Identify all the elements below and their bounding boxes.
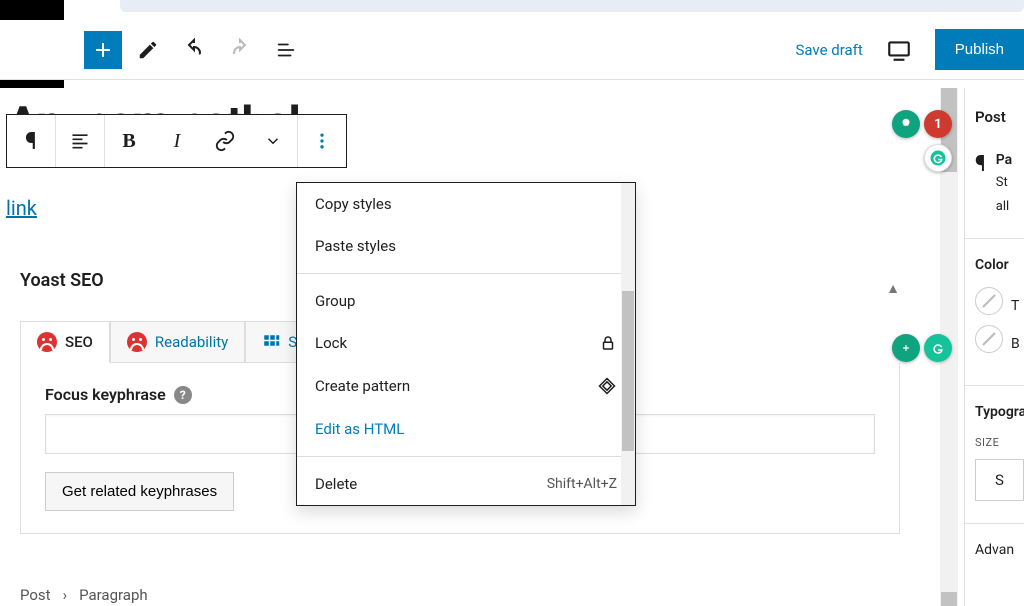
- outline-icon: [275, 39, 297, 61]
- menu-edit-as-html[interactable]: Edit as HTML: [297, 408, 635, 450]
- pilcrow-icon: ¶: [25, 127, 37, 155]
- panel-collapse-caret[interactable]: ▲: [886, 280, 900, 297]
- bg-color-row[interactable]: B: [975, 325, 1024, 363]
- undo-button[interactable]: [174, 30, 214, 70]
- sidebar-post-tab[interactable]: Post: [975, 108, 1024, 126]
- block-name-trunc: Pa: [996, 152, 1012, 168]
- add-block-button[interactable]: [84, 31, 122, 69]
- breadcrumb-post[interactable]: Post: [20, 586, 51, 604]
- size-label: SIZE: [975, 436, 1024, 449]
- typography-section-label: Typogra: [975, 404, 1024, 420]
- pilcrow-icon: ¶: [975, 152, 986, 177]
- undo-icon: [182, 38, 206, 62]
- sad-face-icon: [127, 332, 147, 352]
- italic-button[interactable]: I: [153, 115, 201, 167]
- diamond-icon: [597, 376, 617, 396]
- menu-create-pattern[interactable]: Create pattern: [297, 364, 635, 408]
- yoast-tab-readability[interactable]: Readability: [110, 321, 245, 363]
- save-draft-button[interactable]: Save draft: [795, 41, 862, 59]
- plus-circle-icon: [899, 341, 913, 355]
- kebab-icon: [312, 131, 332, 151]
- link-icon: [214, 130, 236, 152]
- chevron-down-icon: [264, 132, 282, 150]
- help-icon[interactable]: ?: [174, 386, 192, 404]
- content-link[interactable]: link: [6, 196, 37, 220]
- document-overview-button[interactable]: [266, 30, 306, 70]
- grammarly-inline-badge[interactable]: [924, 334, 952, 362]
- block-options-menu: Copy styles Paste styles Group Lock Crea…: [296, 182, 636, 506]
- menu-copy-styles[interactable]: Copy styles: [297, 183, 635, 225]
- preview-button[interactable]: [879, 30, 919, 70]
- redo-button[interactable]: [220, 30, 260, 70]
- italic-icon: I: [174, 130, 181, 153]
- edit-tool-button[interactable]: [128, 30, 168, 70]
- get-related-keyphrases-button[interactable]: Get related keyphrases: [45, 472, 234, 511]
- redo-icon: [228, 38, 252, 62]
- align-button[interactable]: [56, 115, 104, 167]
- bulb-icon: [899, 117, 913, 131]
- error-count-badge[interactable]: 1: [924, 110, 952, 138]
- advanced-section-label[interactable]: Advan: [975, 542, 1024, 558]
- lock-icon: [599, 334, 617, 352]
- text-color-row[interactable]: T: [975, 287, 1024, 325]
- color-section-label: Color: [975, 257, 1024, 273]
- link-button[interactable]: [201, 115, 249, 167]
- chevron-right-icon: ›: [63, 586, 68, 604]
- plus-icon: [91, 38, 115, 62]
- no-color-icon: [975, 325, 1003, 353]
- yoast-tab-seo[interactable]: SEO: [20, 321, 110, 363]
- insight-badge-2[interactable]: [892, 334, 920, 362]
- menu-delete-shortcut: Shift+Alt+Z: [547, 476, 617, 492]
- desktop-icon: [886, 37, 912, 63]
- block-type-button[interactable]: ¶: [7, 115, 55, 167]
- no-color-icon: [975, 287, 1003, 315]
- block-desc-line1: St: [996, 174, 1012, 192]
- menu-group[interactable]: Group: [297, 280, 635, 322]
- menu-paste-styles[interactable]: Paste styles: [297, 225, 635, 267]
- grammarly-badge[interactable]: [924, 144, 952, 172]
- align-left-icon: [70, 131, 90, 151]
- sad-face-icon: [37, 332, 57, 352]
- menu-lock[interactable]: Lock: [297, 322, 635, 364]
- block-desc-line2: all: [996, 198, 1012, 216]
- menu-scrollbar[interactable]: [621, 183, 635, 505]
- grid-icon: [262, 333, 280, 351]
- insight-badge[interactable]: [892, 110, 920, 138]
- font-size-selector[interactable]: S: [975, 459, 1024, 501]
- grammarly-icon: [929, 149, 947, 167]
- bold-button[interactable]: B: [105, 115, 153, 167]
- block-options-button[interactable]: [298, 115, 346, 167]
- pencil-icon: [137, 39, 159, 61]
- grammarly-g-icon: [930, 340, 946, 356]
- menu-delete[interactable]: Delete Shift+Alt+Z: [297, 463, 635, 505]
- settings-sidebar: Post ¶ Pa St all Color T B Typogra SIZE …: [964, 88, 1024, 606]
- block-format-toolbar: ¶ B I: [6, 114, 347, 168]
- more-rich-text-button[interactable]: [249, 115, 297, 167]
- floating-badge-stack: 1: [892, 110, 952, 172]
- breadcrumb-paragraph[interactable]: Paragraph: [79, 586, 148, 604]
- bold-icon: B: [122, 130, 135, 153]
- publish-button[interactable]: Publish: [935, 29, 1024, 70]
- block-breadcrumb: Post › Paragraph: [20, 586, 148, 604]
- editor-top-toolbar: Save draft Publish: [0, 20, 1024, 80]
